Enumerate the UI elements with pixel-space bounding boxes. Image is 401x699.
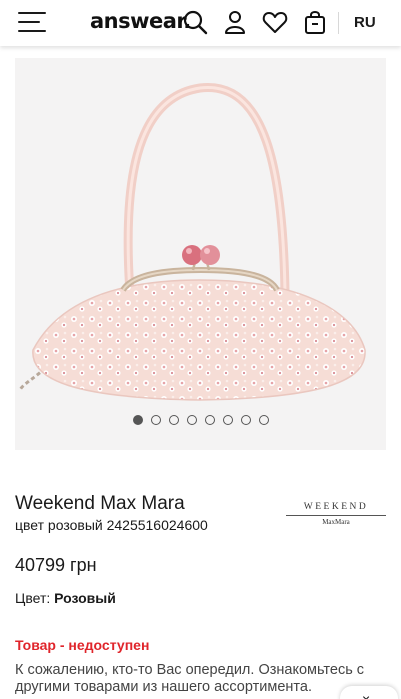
gallery-dot[interactable]	[222, 415, 233, 425]
product-gallery[interactable]	[15, 58, 386, 450]
product-brand[interactable]: Weekend Max Mara	[15, 493, 185, 515]
product-price: 40799 грн	[15, 555, 97, 575]
gallery-dot[interactable]	[240, 415, 251, 425]
user-icon[interactable]	[221, 8, 249, 36]
gallery-dot[interactable]	[168, 415, 179, 425]
header-divider	[338, 12, 339, 34]
unavailable-notice: Товар - недоступен	[15, 637, 150, 653]
gallery-dot[interactable]	[132, 415, 143, 425]
brand-logo-bottom: MaxMara	[322, 518, 350, 526]
brand-logo-top: WEEKEND	[303, 502, 369, 512]
bag-icon[interactable]	[301, 8, 329, 36]
color-value: Розовый	[54, 590, 116, 606]
search-icon[interactable]	[181, 8, 209, 36]
brand-logo[interactable]: WEEKEND MaxMara	[286, 502, 386, 528]
top-header: answear. RU	[0, 0, 401, 46]
menu-icon[interactable]	[18, 11, 46, 33]
product-image	[18, 83, 366, 401]
gallery-pagination	[15, 415, 386, 425]
brand-logo-divider	[286, 515, 386, 516]
gallery-dot[interactable]	[204, 415, 215, 425]
site-logo[interactable]: answear.	[90, 9, 191, 33]
product-color-code: цвет розовый 2425516024600	[15, 517, 208, 533]
gallery-dot[interactable]	[150, 415, 161, 425]
close-icon[interactable]: ×	[362, 692, 370, 699]
heart-icon[interactable]	[261, 8, 289, 36]
color-label: Цвет:	[15, 590, 55, 606]
chat-tab[interactable]: ×	[340, 686, 398, 699]
sorry-message: К сожалению, кто-то Вас опередил. Ознако…	[15, 662, 365, 695]
language-switcher[interactable]: RU	[354, 14, 376, 31]
gallery-dot[interactable]	[258, 415, 269, 425]
gallery-dot[interactable]	[186, 415, 197, 425]
product-color: Цвет: Розовый	[15, 590, 116, 606]
